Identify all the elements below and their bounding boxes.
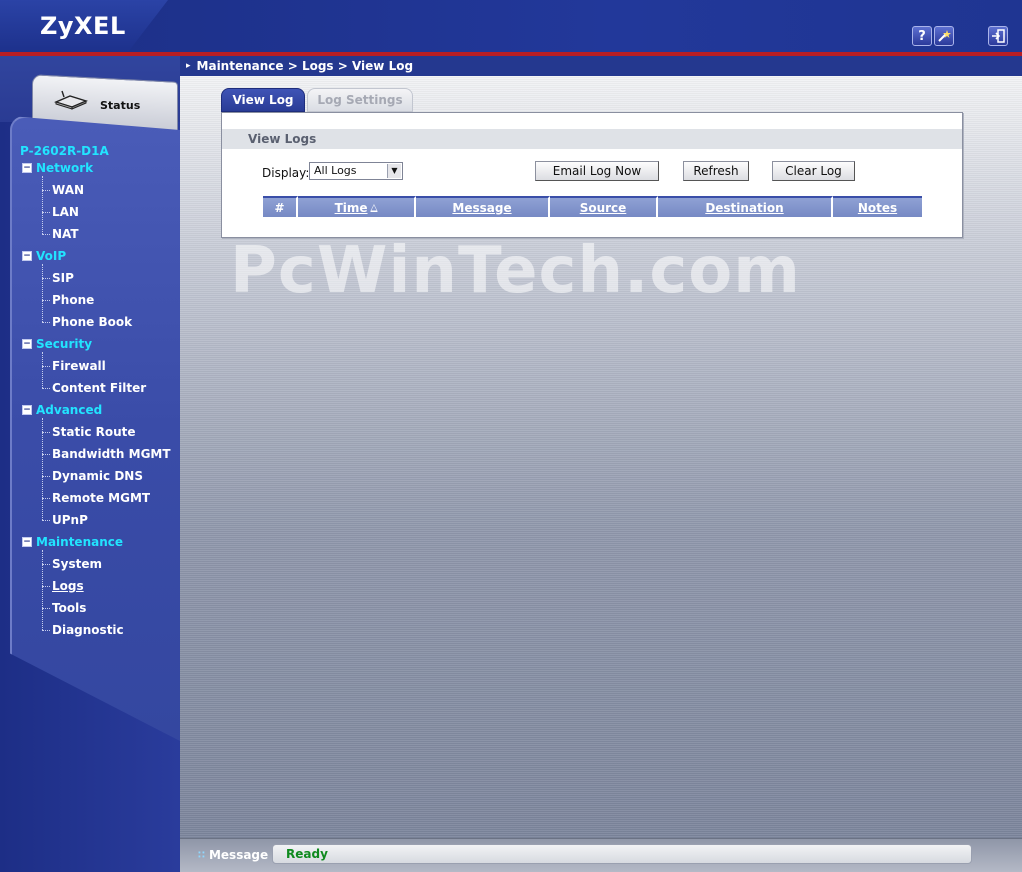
router-icon	[53, 90, 89, 110]
tree-branch	[42, 300, 50, 301]
tree-branch	[42, 190, 50, 191]
nav-section-label: Advanced	[36, 403, 103, 417]
tree-branch	[42, 366, 50, 367]
watermark: PcWinTech.com	[230, 234, 801, 308]
nav-item-diagnostic[interactable]: Diagnostic	[52, 623, 124, 637]
tree-line	[42, 550, 43, 630]
status-message: Ready	[272, 844, 972, 864]
message-label: ∷ Message	[198, 848, 268, 862]
nav-item-phone-book[interactable]: Phone Book	[52, 315, 132, 329]
column-header-notes[interactable]: Notes	[833, 196, 922, 217]
nav-section-label: Network	[36, 161, 94, 175]
message-dots-icon: ∷	[198, 849, 205, 861]
nav-section-label: VoIP	[36, 249, 67, 263]
tree-branch	[42, 608, 50, 609]
tree-line	[42, 264, 43, 322]
help-icon[interactable]: ?	[912, 26, 932, 46]
column-header-destination[interactable]: Destination	[658, 196, 833, 217]
column-header-message[interactable]: Message	[416, 196, 550, 217]
collapse-icon[interactable]: −	[22, 405, 32, 415]
column-header-number: #	[263, 196, 298, 217]
tree-branch	[42, 212, 50, 213]
nav-item-static-route[interactable]: Static Route	[52, 425, 136, 439]
column-header-source[interactable]: Source	[550, 196, 658, 217]
view-logs-panel: View Logs Display: All Logs ▼ Email Log …	[221, 112, 963, 238]
message-label-text: Message	[208, 848, 269, 862]
breadcrumb-text: Maintenance > Logs > View Log	[196, 59, 414, 73]
tree-branch	[42, 564, 50, 565]
tree-branch	[42, 432, 50, 433]
tab-view-log[interactable]: View Log	[221, 88, 305, 112]
nav-item-logs[interactable]: Logs	[52, 579, 84, 593]
log-table-header: # Time △ Message Source Destination Note…	[263, 196, 922, 217]
display-select[interactable]: All Logs ▼	[309, 162, 403, 180]
nav-item-remote-mgmt[interactable]: Remote MGMT	[52, 491, 150, 505]
panel-title: View Logs	[222, 129, 962, 149]
tree-branch	[42, 322, 50, 323]
breadcrumb-arrow-icon: ▸	[186, 61, 191, 71]
refresh-button[interactable]: Refresh	[683, 161, 749, 181]
dropdown-arrow-icon[interactable]: ▼	[387, 164, 401, 178]
wizard-icon[interactable]	[934, 26, 954, 46]
collapse-icon[interactable]: −	[22, 537, 32, 547]
collapse-icon[interactable]: −	[22, 251, 32, 261]
email-log-now-button[interactable]: Email Log Now	[535, 161, 659, 181]
tree-line	[42, 176, 43, 234]
collapse-icon[interactable]: −	[22, 163, 32, 173]
column-header-time-label: Time	[334, 200, 368, 215]
tree-line	[42, 352, 43, 388]
nav-item-bandwidth-mgmt[interactable]: Bandwidth MGMT	[52, 447, 171, 461]
tab-log-settings[interactable]: Log Settings	[307, 88, 413, 112]
nav-item-wan[interactable]: WAN	[52, 183, 84, 197]
nav-section-network[interactable]: − Network	[22, 161, 93, 175]
nav-item-system[interactable]: System	[52, 557, 102, 571]
nav-section-security[interactable]: − Security	[22, 337, 92, 351]
breadcrumb: ▸ Maintenance > Logs > View Log	[180, 56, 1022, 76]
nav-section-maintenance[interactable]: − Maintenance	[22, 535, 123, 549]
nav-item-phone[interactable]: Phone	[52, 293, 94, 307]
status-label[interactable]: Status	[100, 99, 140, 112]
nav-item-sip[interactable]: SIP	[52, 271, 74, 285]
nav-item-tools[interactable]: Tools	[52, 601, 86, 615]
tree-branch	[42, 586, 50, 587]
tree-branch	[42, 234, 50, 235]
logout-icon[interactable]	[988, 26, 1008, 46]
nav-section-advanced[interactable]: − Advanced	[22, 403, 102, 417]
tree-line	[42, 418, 43, 520]
nav-item-upnp[interactable]: UPnP	[52, 513, 88, 527]
tree-branch	[42, 498, 50, 499]
display-select-value: All Logs	[314, 164, 357, 177]
nav-item-firewall[interactable]: Firewall	[52, 359, 106, 373]
nav-section-label: Maintenance	[36, 535, 124, 549]
tree-branch	[42, 520, 50, 521]
nav-section-label: Security	[36, 337, 93, 351]
tree-branch	[42, 454, 50, 455]
tree-branch	[42, 278, 50, 279]
clear-log-button[interactable]: Clear Log	[772, 161, 855, 181]
collapse-icon[interactable]: −	[22, 339, 32, 349]
brand-logo: ZyXEL	[40, 12, 126, 40]
nav-item-dynamic-dns[interactable]: Dynamic DNS	[52, 469, 143, 483]
display-label: Display:	[262, 166, 310, 180]
tree-branch	[42, 630, 50, 631]
nav-item-nat[interactable]: NAT	[52, 227, 79, 241]
nav-item-lan[interactable]: LAN	[52, 205, 79, 219]
tree-branch	[42, 388, 50, 389]
sort-ascending-icon[interactable]: △	[371, 203, 378, 213]
column-header-time[interactable]: Time △	[298, 196, 416, 217]
nav-section-voip[interactable]: − VoIP	[22, 249, 66, 263]
device-name: P-2602R-D1A	[20, 144, 109, 158]
nav-item-content-filter[interactable]: Content Filter	[52, 381, 146, 395]
tree-branch	[42, 476, 50, 477]
